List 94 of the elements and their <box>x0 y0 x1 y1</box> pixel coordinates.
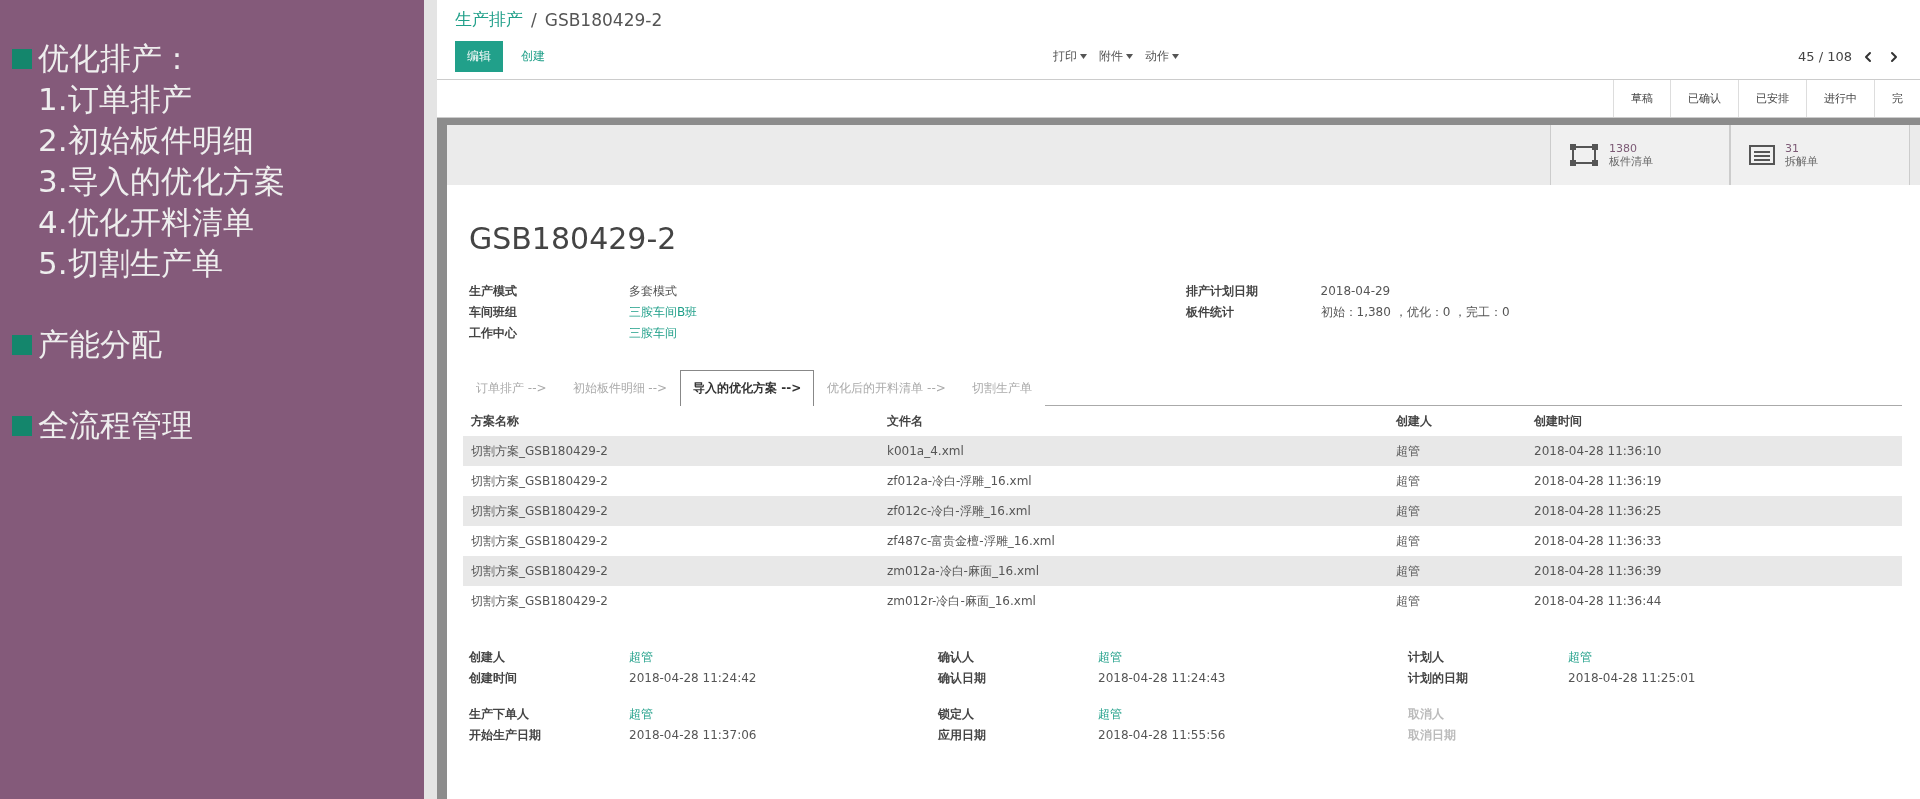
stat-button[interactable]: 1380 板件清单 <box>1550 125 1730 185</box>
pager-text: 45 / 108 <box>1798 49 1852 64</box>
field-link[interactable]: 三胺车间B班 <box>629 305 1186 319</box>
field-link[interactable]: 超管 <box>1098 650 1408 664</box>
table-cell-text: 2018-04-28 11:36:19 <box>1534 474 1663 488</box>
status-stage[interactable]: 进行中 <box>1806 80 1874 117</box>
field-label: 计划人 <box>1408 650 1445 664</box>
field-label: 生产下单人 <box>469 707 530 721</box>
field-label: 取消人 <box>1408 707 1445 721</box>
field-label: 应用日期 <box>938 728 987 742</box>
caret-icon <box>1172 54 1179 59</box>
section-line: 2.初始板件明细 <box>38 121 255 160</box>
table-cell-text: 切割方案_GSB180429-2 <box>471 502 609 520</box>
field-link[interactable]: 超管 <box>1098 707 1408 721</box>
field-link[interactable]: 超管 <box>629 707 938 721</box>
section-title: 优化排产 : <box>38 39 183 78</box>
table-cell-text: 2018-04-28 11:36:44 <box>1534 594 1663 608</box>
section-line: 4.优化开料清单 <box>38 203 255 242</box>
field-value: 2018-04-29 <box>1320 284 1392 298</box>
status-stage[interactable]: 已安排 <box>1738 80 1806 117</box>
field-label: 板件统计 <box>1185 305 1235 319</box>
field-label: 生产模式 <box>469 284 518 298</box>
field-value: 多套模式 <box>629 284 678 298</box>
section-line: 5.切割生产单 <box>38 244 224 283</box>
edit-button[interactable]: 编辑 <box>455 41 503 72</box>
square-bullet-icon <box>12 334 32 355</box>
field-value: 初始：1,380 ，优化：0 ，完工：0 <box>1320 305 1511 319</box>
table-cell-text: 超管 <box>1396 442 1421 460</box>
field-label: 创建时间 <box>469 671 518 685</box>
status-stage[interactable]: 已确认 <box>1670 80 1738 117</box>
field-link[interactable]: 超管 <box>1568 650 1902 664</box>
square-bullet-icon <box>12 48 32 69</box>
tab[interactable]: 导入的优化方案 --> <box>680 370 815 406</box>
caret-icon <box>1080 54 1087 59</box>
table-cell-text: 切割方案_GSB180429-2 <box>471 562 609 580</box>
status-stage[interactable]: 草稿 <box>1613 80 1670 117</box>
table-cell-text: 超管 <box>1396 592 1421 610</box>
section-line: 3.导入的优化方案 <box>38 162 286 201</box>
column-header: 方案名称 <box>471 412 520 430</box>
table-cell-text: zf012c-冷白-浮雕_16.xml <box>887 502 1032 520</box>
table-cell-text: 切割方案_GSB180429-2 <box>471 442 609 460</box>
field-label: 计划的日期 <box>1408 671 1469 685</box>
table-cell-text: 切割方案_GSB180429-2 <box>471 532 609 550</box>
create-link[interactable]: 创建 <box>509 41 557 72</box>
table-cell-text: 2018-04-28 11:36:39 <box>1534 564 1663 578</box>
section-title: 产能分配 <box>38 325 162 364</box>
field-value: 2018-04-28 11:55:56 <box>1098 728 1227 742</box>
breadcrumb-link[interactable]: 生产排产 <box>455 8 523 31</box>
square-bullet-icon <box>12 415 32 436</box>
dropdown-menu[interactable]: 动作 <box>1145 48 1179 65</box>
field-label: 确认人 <box>938 650 975 664</box>
table-cell-text: 切割方案_GSB180429-2 <box>471 592 609 610</box>
breadcrumb-separator: / <box>531 9 537 30</box>
frame-nodes-icon <box>1569 143 1599 167</box>
field-label: 锁定人 <box>938 707 975 721</box>
table-cell-text: 超管 <box>1396 562 1421 580</box>
field-label: 开始生产日期 <box>469 728 542 742</box>
dropdown-menu[interactable]: 附件 <box>1099 48 1133 65</box>
table-cell-text: zf012a-冷白-浮雕_16.xml <box>887 472 1033 490</box>
table-cell-text: 2018-04-28 11:36:33 <box>1534 534 1663 548</box>
section-line: 1.订单排产 <box>38 80 193 119</box>
field-link[interactable]: 三胺车间 <box>629 326 1186 340</box>
field-link[interactable]: 超管 <box>629 650 938 664</box>
stat-button[interactable]: 31 拆解单 <box>1730 125 1910 185</box>
status-stage[interactable]: 完 <box>1874 80 1920 117</box>
record-title: GSB180429-2 <box>469 221 678 256</box>
field-value: 2018-04-28 11:37:06 <box>629 728 758 742</box>
table-cell-text: 超管 <box>1396 472 1421 490</box>
field-value: 2018-04-28 11:24:43 <box>1098 671 1227 685</box>
column-header: 创建人 <box>1396 412 1433 430</box>
field-label: 创建人 <box>469 650 506 664</box>
table-cell-text: 2018-04-28 11:36:10 <box>1534 444 1663 458</box>
table-cell-text: 超管 <box>1396 502 1421 520</box>
field-value: 2018-04-28 11:25:01 <box>1568 671 1697 685</box>
field-label: 取消日期 <box>1408 728 1457 742</box>
column-header: 创建时间 <box>1534 412 1583 430</box>
table-cell-text: zm012a-冷白-麻面_16.xml <box>887 562 1041 580</box>
field-value: 2018-04-28 11:24:42 <box>629 671 758 685</box>
table-cell-text: zf487c-富贵金檀-浮雕_16.xml <box>887 532 1056 550</box>
caret-icon <box>1126 54 1133 59</box>
section-title: 全流程管理 <box>38 406 193 445</box>
field-label: 工作中心 <box>469 326 518 340</box>
table-cell-text: k001a_4.xml <box>887 444 965 458</box>
column-header: 文件名 <box>887 412 924 430</box>
breadcrumb-current: GSB180429-2 <box>544 9 663 30</box>
field-label: 排产计划日期 <box>1185 284 1259 298</box>
dropdown-menu[interactable]: 打印 <box>1053 48 1087 65</box>
table-cell-text: 超管 <box>1396 532 1421 550</box>
table-cell-text: 切割方案_GSB180429-2 <box>471 472 609 490</box>
field-label: 确认日期 <box>938 671 987 685</box>
list-icon <box>1749 145 1775 165</box>
field-label: 车间班组 <box>469 305 518 319</box>
table-cell-text: zm012r-冷白-麻面_16.xml <box>887 592 1037 610</box>
table-cell-text: 2018-04-28 11:36:25 <box>1534 504 1663 518</box>
